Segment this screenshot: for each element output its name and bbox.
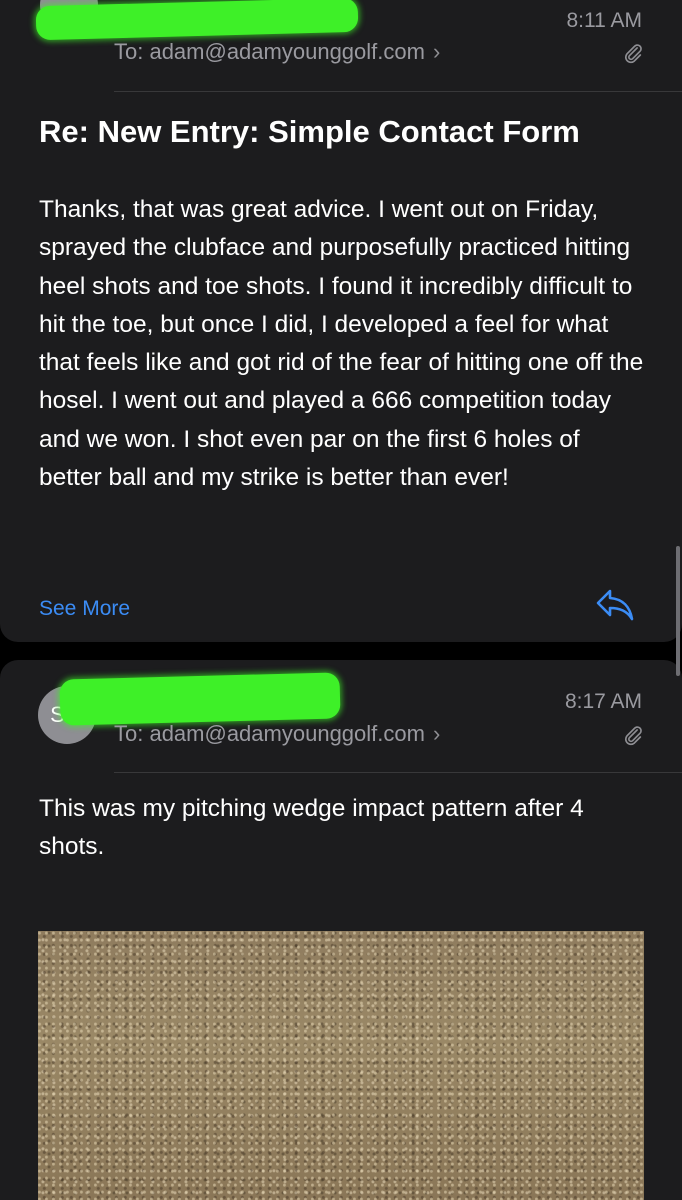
reply-icon[interactable]: [594, 587, 636, 623]
message-time: 8:11 AM: [566, 9, 643, 32]
message-card-1: To: adam@adamyounggolf.com › 8:11 AM Re: …: [0, 0, 682, 642]
sender-name-redaction: [35, 0, 359, 41]
impact-pattern-photo[interactable]: [38, 931, 644, 1200]
chevron-right-icon: ›: [432, 39, 441, 64]
recipient-text: To: adam@adamyounggolf.com: [114, 721, 425, 746]
recipient-text: To: adam@adamyounggolf.com: [114, 39, 425, 64]
email-body: This was my pitching wedge impact patter…: [39, 795, 584, 861]
header-divider: [114, 772, 682, 773]
chevron-right-icon: ›: [432, 721, 441, 746]
recipient-line[interactable]: To: adam@adamyounggolf.com ›: [114, 39, 440, 65]
email-body: Thanks, that was great advice. I went ou…: [39, 196, 644, 492]
sender-name-redaction: [59, 672, 341, 726]
scrollbar[interactable]: [676, 546, 680, 676]
paperclip-icon: [624, 726, 642, 746]
see-more-link[interactable]: See More: [39, 597, 130, 621]
email-subject: Re: New Entry: Simple Contact Form: [39, 114, 580, 149]
message-time: 8:17 AM: [564, 690, 642, 713]
recipient-line[interactable]: To: adam@adamyounggolf.com ›: [114, 721, 440, 747]
mail-thread-screen: To: adam@adamyounggolf.com › 8:11 AM Re: …: [0, 0, 682, 1200]
paperclip-icon: [624, 44, 642, 64]
header-divider: [114, 91, 682, 92]
